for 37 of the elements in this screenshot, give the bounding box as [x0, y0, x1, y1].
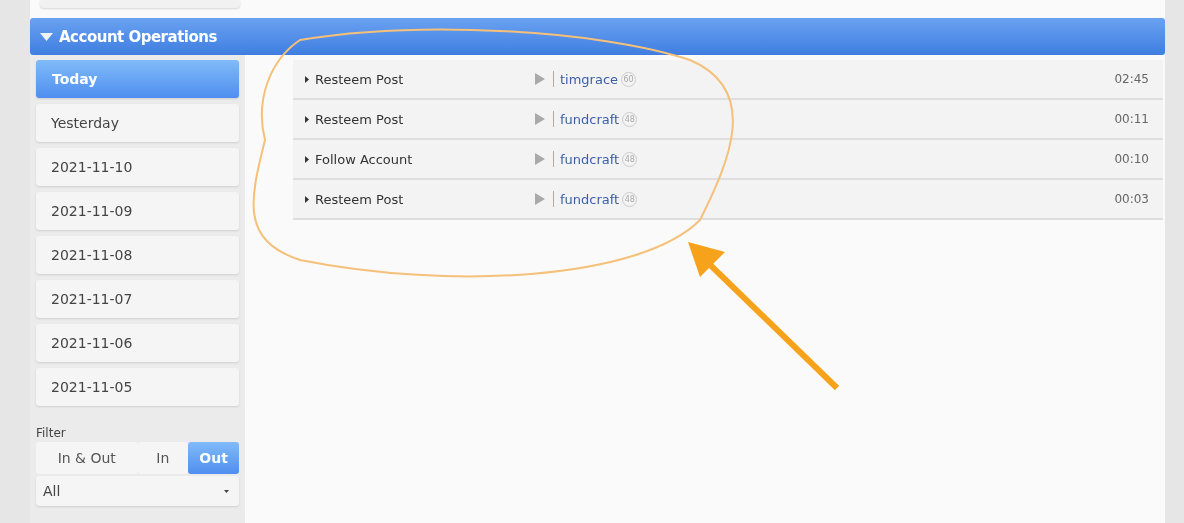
filter-toggle[interactable]: In [137, 442, 189, 474]
expand-icon [305, 195, 309, 203]
day-tab[interactable]: 2021-11-08 [36, 236, 239, 274]
operation-type: Resteem Post [315, 71, 405, 87]
operation-time: 02:45 [1114, 72, 1149, 86]
day-tab[interactable]: 2021-11-09 [36, 192, 239, 230]
operation-time: 00:03 [1114, 192, 1149, 206]
play-icon [535, 113, 545, 125]
day-tab[interactable]: Yesterday [36, 104, 239, 142]
operation-row[interactable]: Follow Account fundcraft 48 00:10 [293, 140, 1163, 180]
play-icon [535, 193, 545, 205]
account-link[interactable]: fundcraft [560, 111, 620, 127]
day-tab[interactable]: 2021-11-10 [36, 148, 239, 186]
day-tab[interactable]: 2021-11-05 [36, 368, 239, 406]
type-select[interactable]: All [36, 476, 239, 506]
account-link[interactable]: fundcraft [560, 151, 620, 167]
day-tab[interactable]: 2021-11-07 [36, 280, 239, 318]
section-title: Account Operations [59, 27, 217, 46]
operation-row[interactable]: Resteem Post timgrace 60 02:45 [293, 60, 1163, 100]
operation-row[interactable]: Resteem Post fundcraft 48 00:03 [293, 180, 1163, 220]
operation-type: Follow Account [315, 151, 414, 167]
expand-icon [305, 75, 309, 83]
filter-label: Filter [36, 426, 67, 440]
play-icon [535, 153, 545, 165]
account-link[interactable]: timgrace [560, 71, 619, 87]
operation-type: Resteem Post [315, 111, 405, 127]
operation-row[interactable]: Resteem Post fundcraft 48 00:11 [293, 100, 1163, 140]
caret-icon [224, 489, 229, 493]
operation-type: Resteem Post [315, 191, 405, 207]
day-tab[interactable]: 2021-11-06 [36, 324, 239, 362]
expand-icon [305, 155, 309, 163]
expand-icon [305, 115, 309, 123]
play-icon [535, 73, 545, 85]
operation-time: 00:10 [1114, 152, 1149, 166]
operation-time: 00:11 [1114, 112, 1149, 126]
account-link[interactable]: fundcraft [560, 191, 620, 207]
filter-toggle[interactable]: In & Out [36, 442, 138, 474]
